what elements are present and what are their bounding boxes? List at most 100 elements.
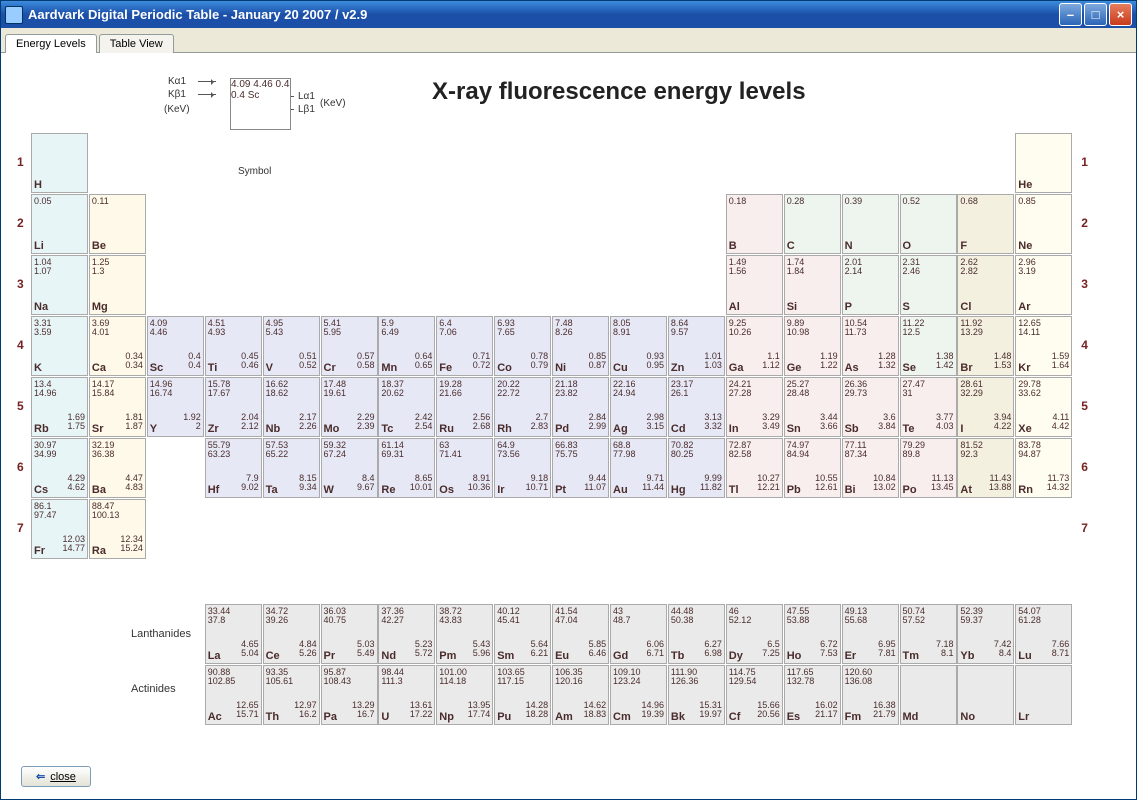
element-cell-Pt[interactable]: 66.8375.759.4411.07Pt [552, 438, 609, 498]
element-cell-Np[interactable]: 101.00114.1813.9517.74Np [436, 665, 493, 725]
element-cell-Os[interactable]: 6371.418.9110.36Os [436, 438, 493, 498]
element-cell-Sb[interactable]: 26.3629.733.63.84Sb [842, 377, 899, 437]
element-cell-No[interactable]: No [957, 665, 1014, 725]
element-cell-Sm[interactable]: 40.1245.415.646.21Sm [494, 604, 551, 664]
element-cell-Nd[interactable]: 37.3642.275.235.72Nd [378, 604, 435, 664]
element-cell-Ca[interactable]: 3.694.010.340.34Ca [89, 316, 146, 376]
element-cell-Zn[interactable]: 8.649.571.011.03Zn [668, 316, 725, 376]
element-cell-Pd[interactable]: 21.1823.822.842.99Pd [552, 377, 609, 437]
minimize-button[interactable]: – [1059, 3, 1082, 26]
element-cell-Hg[interactable]: 70.8280.259.9911.82Hg [668, 438, 725, 498]
element-cell-Lu[interactable]: 54.0761.287.668.71Lu [1015, 604, 1072, 664]
element-cell-Co[interactable]: 6.937.650.780.79Co [494, 316, 551, 376]
close-window-button[interactable]: × [1109, 3, 1132, 26]
element-cell-C[interactable]: 0.28C [784, 194, 841, 254]
element-cell-Cm[interactable]: 109.10123.2414.9619.39Cm [610, 665, 667, 725]
element-cell-O[interactable]: 0.52O [900, 194, 957, 254]
element-cell-Cf[interactable]: 114.75129.5415.6620.56Cf [726, 665, 783, 725]
element-cell-Fe[interactable]: 6.47.060.710.72Fe [436, 316, 493, 376]
element-cell-Rb[interactable]: 13.414.961.691.75Rb [31, 377, 88, 437]
element-cell-Er[interactable]: 49.1355.686.957.81Er [842, 604, 899, 664]
element-cell-Gd[interactable]: 4348.76.066.71Gd [610, 604, 667, 664]
element-cell-Ru[interactable]: 19.2821.662.562.68Ru [436, 377, 493, 437]
element-cell-Ti[interactable]: 4.514.930.450.46Ti [205, 316, 262, 376]
element-cell-Tm[interactable]: 50.7457.527.188.1Tm [900, 604, 957, 664]
element-cell-Si[interactable]: 1.741.84Si [784, 255, 841, 315]
tab-energy-levels[interactable]: Energy Levels [5, 34, 97, 53]
element-cell-S[interactable]: 2.312.46S [900, 255, 957, 315]
element-cell-Cd[interactable]: 23.1726.13.133.32Cd [668, 377, 725, 437]
element-cell-Sr[interactable]: 14.1715.841.811.87Sr [89, 377, 146, 437]
element-cell-Sc[interactable]: 4.094.460.40.4Sc [147, 316, 204, 376]
element-cell-Ag[interactable]: 22.1624.942.983.15Ag [610, 377, 667, 437]
titlebar[interactable]: Aardvark Digital Periodic Table - Januar… [1, 1, 1136, 28]
element-cell-Mn[interactable]: 5.96.490.640.65Mn [378, 316, 435, 376]
element-cell-Au[interactable]: 68.877.989.7111.44Au [610, 438, 667, 498]
element-cell-K[interactable]: 3.313.59K [31, 316, 88, 376]
element-cell-Al[interactable]: 1.491.56Al [726, 255, 783, 315]
element-cell-Dy[interactable]: 4652.126.57.25Dy [726, 604, 783, 664]
tab-table-view[interactable]: Table View [99, 34, 174, 53]
element-cell-Ho[interactable]: 47.5553.886.727.53Ho [784, 604, 841, 664]
element-cell-Na[interactable]: 1.041.07Na [31, 255, 88, 315]
element-cell-Tl[interactable]: 72.8782.5810.2712.21Tl [726, 438, 783, 498]
element-cell-Tc[interactable]: 18.3720.622.422.54Tc [378, 377, 435, 437]
element-cell-Rh[interactable]: 20.2222.722.72.83Rh [494, 377, 551, 437]
element-cell-Y[interactable]: 14.9616.741.922Y [147, 377, 204, 437]
element-cell-In[interactable]: 24.2127.283.293.49In [726, 377, 783, 437]
element-cell-La[interactable]: 33.4437.84.655.04La [205, 604, 262, 664]
element-cell-He[interactable]: He [1015, 133, 1072, 193]
element-cell-Lr[interactable]: Lr [1015, 665, 1072, 725]
element-cell-Li[interactable]: 0.05Li [31, 194, 88, 254]
element-cell-Th[interactable]: 93.35105.6112.9716.2Th [263, 665, 320, 725]
element-cell-Cl[interactable]: 2.622.82Cl [957, 255, 1014, 315]
element-cell-Pr[interactable]: 36.0340.755.035.49Pr [321, 604, 378, 664]
element-cell-P[interactable]: 2.012.14P [842, 255, 899, 315]
element-cell-Te[interactable]: 27.47313.774.03Te [900, 377, 957, 437]
element-cell-Ga[interactable]: 9.2510.261.11.12Ga [726, 316, 783, 376]
element-cell-Po[interactable]: 79.2989.811.1313.45Po [900, 438, 957, 498]
element-cell-Ce[interactable]: 34.7239.264.845.26Ce [263, 604, 320, 664]
element-cell-W[interactable]: 59.3267.248.49.67W [321, 438, 378, 498]
element-cell-U[interactable]: 98.44111.313.6117.22U [378, 665, 435, 725]
maximize-button[interactable]: □ [1084, 3, 1107, 26]
element-cell-Am[interactable]: 106.35120.1614.6218.83Am [552, 665, 609, 725]
element-cell-N[interactable]: 0.39N [842, 194, 899, 254]
element-cell-Cu[interactable]: 8.058.910.930.95Cu [610, 316, 667, 376]
element-cell-Xe[interactable]: 29.7833.624.114.42Xe [1015, 377, 1072, 437]
element-cell-Bk[interactable]: 111.90126.3615.3119.97Bk [668, 665, 725, 725]
element-cell-I[interactable]: 28.6132.293.944.22I [957, 377, 1014, 437]
element-cell-Ar[interactable]: 2.963.19Ar [1015, 255, 1072, 315]
element-cell-Tb[interactable]: 44.4850.386.276.98Tb [668, 604, 725, 664]
element-cell-Ba[interactable]: 32.1936.384.474.83Ba [89, 438, 146, 498]
element-cell-Mg[interactable]: 1.251.3Mg [89, 255, 146, 315]
element-cell-Sn[interactable]: 25.2728.483.443.66Sn [784, 377, 841, 437]
element-cell-Pa[interactable]: 95.87108.4313.2916.7Pa [321, 665, 378, 725]
element-cell-Ra[interactable]: 88.47100.1312.3415.24Ra [89, 499, 146, 559]
element-cell-Zr[interactable]: 15.7817.672.042.12Zr [205, 377, 262, 437]
element-cell-Mo[interactable]: 17.4819.612.292.39Mo [321, 377, 378, 437]
element-cell-Cs[interactable]: 30.9734.994.294.62Cs [31, 438, 88, 498]
element-cell-Pu[interactable]: 103.65117.1514.2818.28Pu [494, 665, 551, 725]
element-cell-V[interactable]: 4.955.430.510.52V [263, 316, 320, 376]
element-cell-Nb[interactable]: 16.6218.622.172.26Nb [263, 377, 320, 437]
element-cell-At[interactable]: 81.5292.311.4313.88At [957, 438, 1014, 498]
element-cell-Pb[interactable]: 74.9784.9410.5512.61Pb [784, 438, 841, 498]
element-cell-Ir[interactable]: 64.973.569.1810.71Ir [494, 438, 551, 498]
element-cell-Hf[interactable]: 55.7963.237.99.02Hf [205, 438, 262, 498]
element-cell-Yb[interactable]: 52.3959.377.428.4Yb [957, 604, 1014, 664]
element-cell-Md[interactable]: Md [900, 665, 957, 725]
element-cell-F[interactable]: 0.68F [957, 194, 1014, 254]
element-cell-B[interactable]: 0.18B [726, 194, 783, 254]
element-cell-Fr[interactable]: 86.197.4712.0314.77Fr [31, 499, 88, 559]
element-cell-Fm[interactable]: 120.60136.0816.3821.79Fm [842, 665, 899, 725]
element-cell-Be[interactable]: 0.11Be [89, 194, 146, 254]
element-cell-Ta[interactable]: 57.5365.228.159.34Ta [263, 438, 320, 498]
element-cell-Bi[interactable]: 77.1187.3410.8413.02Bi [842, 438, 899, 498]
element-cell-Br[interactable]: 11.9213.291.481.53Br [957, 316, 1014, 376]
element-cell-Ge[interactable]: 9.8910.981.191.22Ge [784, 316, 841, 376]
element-cell-Se[interactable]: 11.2212.51.381.42Se [900, 316, 957, 376]
element-cell-Ac[interactable]: 90.88102.8512.6515.71Ac [205, 665, 262, 725]
element-cell-Ne[interactable]: 0.85Ne [1015, 194, 1072, 254]
element-cell-Eu[interactable]: 41.5447.045.856.46Eu [552, 604, 609, 664]
